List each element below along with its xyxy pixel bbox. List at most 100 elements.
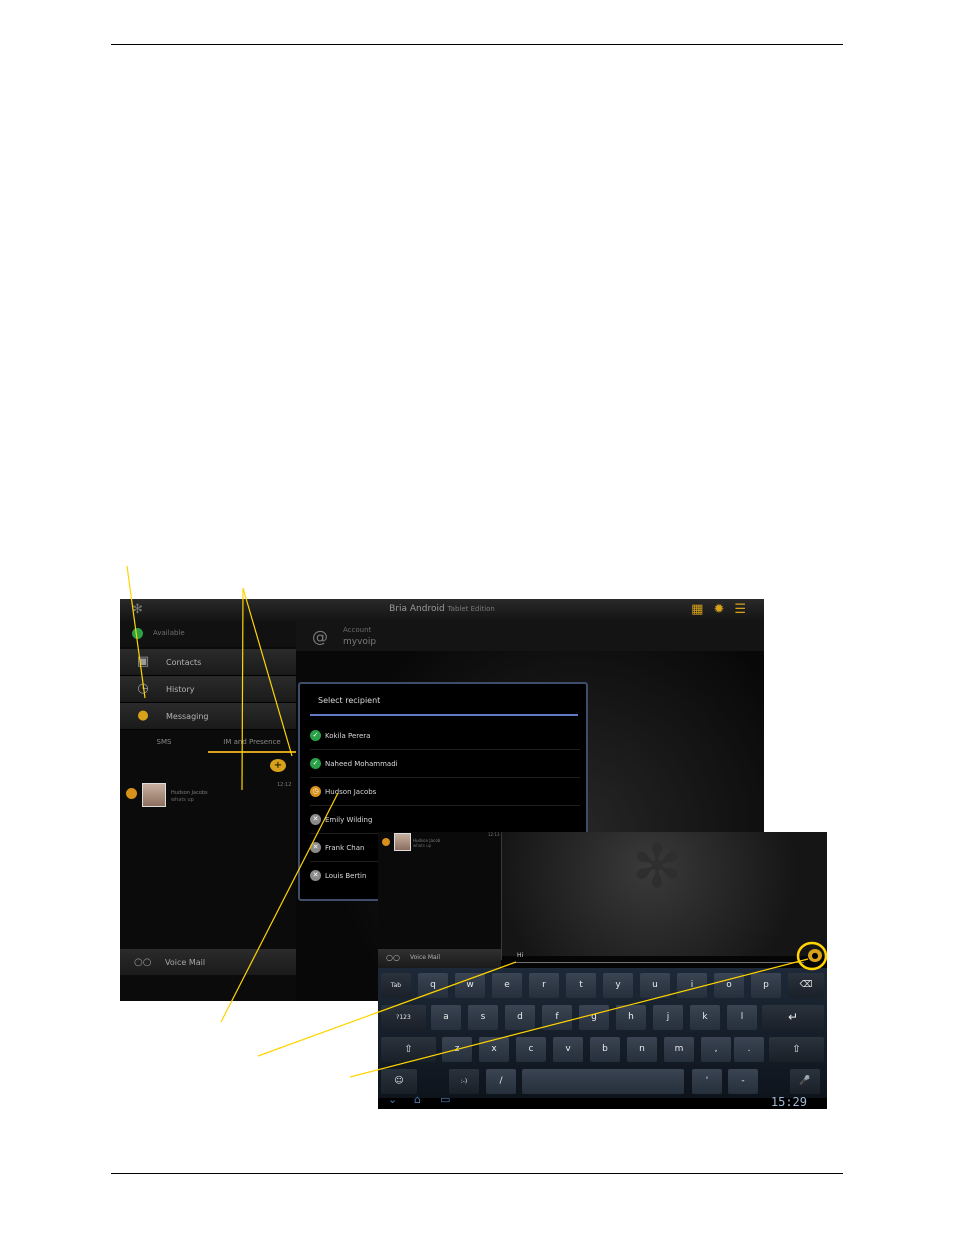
key[interactable]: j	[653, 1005, 683, 1030]
backspace-key[interactable]: ⌫	[788, 973, 824, 998]
microphone-key[interactable]: 🎤	[790, 1069, 820, 1094]
conversation-time: 12:13	[488, 832, 500, 837]
key[interactable]: n	[627, 1037, 657, 1062]
key[interactable]: h	[616, 1005, 646, 1030]
account-value: myvoip	[343, 637, 377, 647]
smiley-key[interactable]: :-)	[449, 1069, 479, 1094]
message-input[interactable]: Hi	[514, 950, 804, 963]
away-status-icon	[382, 838, 390, 846]
nav-history[interactable]: ◷ History	[120, 676, 296, 703]
key[interactable]: o	[714, 973, 744, 998]
soft-keyboard: Tab q w e r t y u i o p ⌫ ?123 a s d f g…	[378, 968, 827, 1098]
key[interactable]: q	[418, 973, 448, 998]
avatar	[394, 833, 411, 851]
app-edition: Tablet Edition	[447, 605, 495, 613]
key[interactable]: g	[579, 1005, 609, 1030]
available-icon: ✓	[310, 730, 321, 741]
key[interactable]: y	[603, 973, 633, 998]
shift-key[interactable]: ⇧	[381, 1037, 436, 1062]
nav-contacts-label: Contacts	[166, 658, 202, 667]
key[interactable]: ,	[701, 1037, 731, 1062]
key[interactable]: a	[431, 1005, 461, 1030]
dialpad-icon[interactable]: ▦	[691, 602, 703, 617]
messaging-icon: ●	[137, 708, 149, 723]
key[interactable]: '	[692, 1069, 722, 1094]
account-caption: Account	[343, 626, 372, 634]
recipient-name: Hudson Jacobs	[325, 788, 377, 796]
status-available-icon	[132, 628, 143, 639]
key[interactable]: -	[728, 1069, 758, 1094]
key[interactable]: c	[516, 1037, 546, 1062]
voicemail-item[interactable]: ○○ Voice Mail	[120, 949, 296, 975]
top-rule	[111, 44, 843, 45]
dialog-title: Select recipient	[318, 696, 381, 705]
away-status-icon	[126, 788, 137, 799]
space-key[interactable]	[522, 1069, 684, 1094]
shift-key[interactable]: ⇧	[769, 1037, 824, 1062]
tab-im-presence[interactable]: IM and Presence	[208, 731, 296, 753]
away-icon: ◷	[310, 786, 321, 797]
new-chat-button[interactable]: +	[270, 759, 286, 772]
recipient-row[interactable]: ✓ Naheed Mohammadi	[310, 750, 580, 778]
available-icon: ✓	[310, 758, 321, 769]
key[interactable]: m	[664, 1037, 694, 1062]
app-title: Bria Android Tablet Edition	[389, 604, 495, 614]
key[interactable]: r	[529, 973, 559, 998]
key[interactable]: s	[468, 1005, 498, 1030]
settings-key[interactable]: ☺	[381, 1069, 417, 1094]
key[interactable]: /	[486, 1069, 516, 1094]
at-icon: @	[312, 627, 328, 646]
key[interactable]: t	[566, 973, 596, 998]
key[interactable]: f	[542, 1005, 572, 1030]
tab-sms[interactable]: SMS	[120, 731, 208, 753]
key[interactable]: e	[492, 973, 522, 998]
nav-contacts[interactable]: ▣ Contacts	[120, 649, 296, 676]
recipient-name: Naheed Mohammadi	[325, 760, 398, 768]
menu-icon[interactable]: ☰	[734, 602, 746, 617]
top-bar: ✻ Bria Android Tablet Edition ▦ ✹ ☰	[120, 599, 764, 621]
chat-area: ✻	[502, 832, 827, 956]
key-symbols[interactable]: ?123	[381, 1005, 426, 1030]
back-icon[interactable]: ⌄	[388, 1093, 397, 1106]
key[interactable]: z	[442, 1037, 472, 1062]
recipient-row[interactable]: ◷ Hudson Jacobs	[310, 778, 580, 806]
key[interactable]: l	[727, 1005, 757, 1030]
key[interactable]: i	[677, 973, 707, 998]
status-label: Available	[153, 629, 185, 637]
recent-apps-icon[interactable]: ▭	[440, 1093, 450, 1106]
message-input-value: Hi	[517, 952, 524, 959]
left-panel: Available ▣ Contacts ◷ History ● Messagi…	[120, 621, 296, 1001]
nav-messaging[interactable]: ● Messaging	[120, 703, 296, 730]
dialog-title-bar	[310, 714, 578, 716]
status-clock: 15:29	[770, 1095, 807, 1109]
conversation-message: whats up	[413, 843, 432, 848]
voicemail-label: Voice Mail	[165, 958, 206, 967]
history-icon: ◷	[137, 681, 149, 696]
gear-icon[interactable]: ✹	[713, 602, 724, 617]
enter-key[interactable]: ↵	[762, 1005, 824, 1030]
presence-status[interactable]: Available	[120, 621, 296, 647]
recipient-row[interactable]: ✕ Emily Wilding	[310, 806, 580, 834]
key[interactable]: u	[640, 973, 670, 998]
key-tab[interactable]: Tab	[381, 973, 411, 998]
key[interactable]: v	[553, 1037, 583, 1062]
key[interactable]: .	[734, 1037, 764, 1062]
conversation-time: 12:12	[277, 782, 292, 788]
active-tab-indicator	[208, 751, 296, 753]
key[interactable]: p	[751, 973, 781, 998]
key[interactable]: k	[690, 1005, 720, 1030]
key[interactable]: x	[479, 1037, 509, 1062]
conversation-row[interactable]: Hudson Jacob whats up 12:13	[378, 832, 501, 854]
conversation-row[interactable]: Hudson Jacobs whats up 12:12	[120, 782, 296, 809]
conversation-list: Hudson Jacob whats up 12:13	[378, 832, 501, 949]
key[interactable]: d	[505, 1005, 535, 1030]
conversation-name: Hudson Jacobs	[171, 790, 208, 796]
key[interactable]: b	[590, 1037, 620, 1062]
key[interactable]: w	[455, 973, 485, 998]
home-icon[interactable]: ⌂	[414, 1093, 421, 1106]
account-header: @ Account myvoip	[296, 621, 764, 651]
chat-keyboard-screenshot: Hudson Jacob whats up 12:13 ✻ ○○ Voice M…	[378, 832, 827, 1109]
send-icon[interactable]: ●	[808, 949, 822, 962]
voicemail-item[interactable]: ○○ Voice Mail	[378, 949, 501, 968]
recipient-row[interactable]: ✓ Kokila Perera	[310, 722, 580, 750]
